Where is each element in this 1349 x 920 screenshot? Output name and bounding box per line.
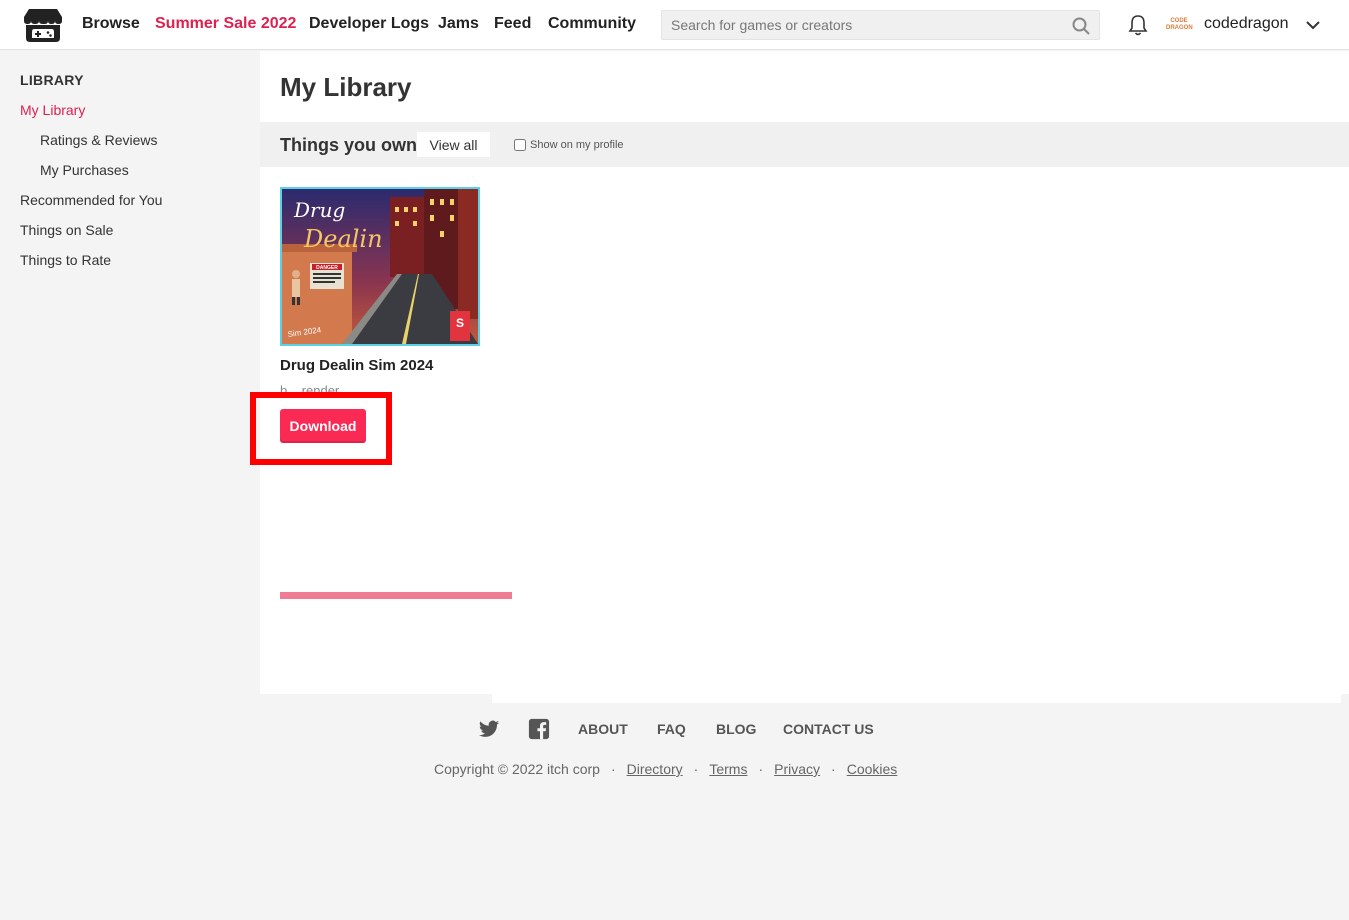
separator: · (831, 761, 836, 777)
download-button[interactable]: Download (280, 409, 366, 443)
library-sidebar: LIBRARY My Library Ratings & Reviews My … (0, 51, 260, 694)
notification-bell-icon[interactable] (1128, 14, 1148, 36)
page-title: My Library (280, 72, 412, 102)
view-all-button[interactable]: View all (417, 132, 490, 157)
thumb-title-line1: Drug (293, 198, 345, 222)
separator: · (610, 761, 616, 777)
sidebar-heading: LIBRARY (20, 72, 84, 88)
game-author-link[interactable]: b... render (280, 382, 339, 394)
show-on-profile-label[interactable]: Show on my profile (530, 139, 624, 151)
footer-divider (492, 694, 1341, 703)
search-box (661, 10, 1100, 40)
thumb-title-line2: Dealin (303, 225, 383, 253)
show-on-profile-checkbox[interactable] (514, 138, 526, 151)
footer-legal-row: Copyright © 2022 itch corp · Directory · Ter… (434, 761, 897, 777)
download-progress-bar (280, 592, 512, 599)
show-on-profile-toggle[interactable]: Show on my profile (514, 137, 624, 152)
sidebar-item-my-library[interactable]: My Library (20, 102, 85, 118)
separator: · (758, 761, 764, 777)
nav-community[interactable]: Community (548, 15, 636, 33)
footer-privacy-link[interactable]: Privacy (774, 761, 820, 777)
footer-directory-link[interactable]: Directory (627, 761, 683, 777)
nav-jams[interactable]: Jams (438, 15, 479, 33)
username[interactable]: codedragon (1204, 15, 1289, 33)
footer-faq-link[interactable]: FAQ (657, 721, 686, 737)
main-content: My Library Things you own View all Show … (250, 51, 1349, 694)
footer-blog-link[interactable]: BLOG (716, 721, 756, 737)
search-icon[interactable] (1072, 17, 1090, 35)
game-cover-art: DANGER Drug Dealin Sim 2024 S (282, 189, 478, 344)
copyright-text: Copyright © 2022 itch corp (434, 761, 600, 777)
game-thumbnail[interactable]: DANGER Drug Dealin Sim 2024 S (280, 187, 480, 346)
section-header: Things you own View all Show on my profi… (260, 122, 1349, 167)
twitter-icon[interactable] (478, 718, 500, 740)
footer-terms-link[interactable]: Terms (709, 761, 747, 777)
top-header: Browse Summer Sale 2022 Developer Logs J… (0, 0, 1349, 50)
nav-browse[interactable]: Browse (82, 15, 140, 33)
footer-cookies-link[interactable]: Cookies (847, 761, 898, 777)
nav-feed[interactable]: Feed (494, 15, 531, 33)
user-avatar[interactable]: CODE DRAGON (1166, 12, 1193, 38)
thumb-danger-sign: DANGER (316, 265, 338, 271)
chevron-down-icon[interactable] (1305, 17, 1321, 33)
nav-summer-sale[interactable]: Summer Sale 2022 (155, 15, 296, 33)
thumb-badge: S (456, 316, 464, 330)
itch-logo-icon[interactable] (23, 7, 63, 43)
footer-about-link[interactable]: ABOUT (578, 721, 628, 737)
sidebar-item-recommended[interactable]: Recommended for You (20, 192, 162, 208)
sidebar-item-ratings-reviews[interactable]: Ratings & Reviews (40, 132, 158, 148)
sidebar-item-things-to-rate[interactable]: Things to Rate (20, 252, 111, 268)
section-title: Things you own (280, 135, 417, 155)
search-input[interactable] (662, 11, 1062, 39)
download-progress-fill (280, 592, 512, 599)
nav-developer-logs[interactable]: Developer Logs (309, 15, 429, 33)
separator: · (693, 761, 699, 777)
footer-contact-link[interactable]: CONTACT US (783, 721, 874, 737)
game-title-link[interactable]: Drug Dealin Sim 2024 (280, 357, 433, 374)
sidebar-item-my-purchases[interactable]: My Purchases (40, 162, 129, 178)
facebook-icon[interactable] (528, 718, 550, 740)
sidebar-item-things-on-sale[interactable]: Things on Sale (20, 222, 113, 238)
